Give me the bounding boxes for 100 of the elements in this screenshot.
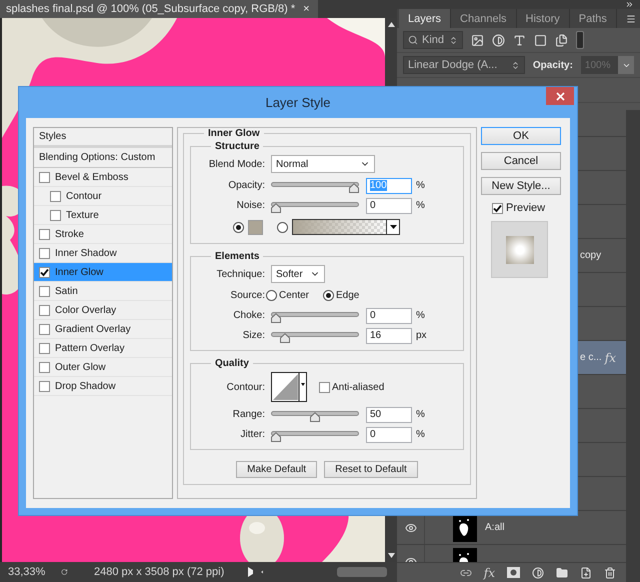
folder-icon[interactable]	[556, 566, 568, 578]
unit-label: %	[416, 200, 425, 211]
action-button[interactable]: Cancel	[481, 152, 561, 170]
style-list-item[interactable]: Texture	[34, 206, 172, 225]
blending-options-item[interactable]: Blending Options: Custom	[34, 148, 172, 168]
text-icon[interactable]	[513, 34, 526, 46]
style-list-item[interactable]: Inner Glow	[34, 263, 172, 282]
radio-button[interactable]	[277, 222, 288, 232]
panel-tab[interactable]: Layers	[399, 9, 452, 28]
checkbox[interactable]	[39, 286, 50, 296]
radio-label[interactable]: Center	[279, 290, 310, 301]
number-field[interactable]: 0	[366, 308, 412, 324]
action-button[interactable]: New Style...	[481, 177, 561, 195]
field-label: Opacity:	[227, 180, 265, 191]
scroll-left-icon[interactable]	[260, 569, 263, 575]
checkbox[interactable]	[39, 324, 50, 334]
image-icon[interactable]	[471, 34, 484, 46]
number-field[interactable]: 0	[366, 198, 412, 214]
gradient-picker[interactable]	[292, 219, 400, 235]
close-icon	[556, 92, 564, 100]
close-tab-button[interactable]: ×	[303, 3, 310, 15]
radio-label[interactable]: Edge	[336, 290, 360, 301]
style-list-item[interactable]: Contour	[34, 187, 172, 206]
collapse-icon[interactable]	[625, 0, 634, 9]
unit-label: %	[416, 409, 425, 420]
checkbox[interactable]	[39, 248, 50, 258]
style-list-item[interactable]: Satin	[34, 282, 172, 301]
checkbox[interactable]	[50, 210, 61, 220]
number-field[interactable]: 0	[366, 426, 412, 442]
checkbox[interactable]	[39, 362, 50, 372]
field-label: Size:	[242, 330, 265, 341]
preview-swatch	[506, 236, 534, 264]
play-icon[interactable]	[248, 567, 253, 577]
number-field[interactable]: 50	[366, 406, 412, 422]
style-list-item[interactable]: Color Overlay	[34, 301, 172, 320]
number-field[interactable]: 16	[366, 328, 412, 344]
pages-icon[interactable]	[555, 34, 568, 46]
field-label: Noise:	[236, 200, 265, 211]
menu-icon[interactable]	[626, 14, 636, 24]
effects-button[interactable]: fx	[484, 566, 495, 580]
color-swatch[interactable]	[248, 220, 263, 234]
adjustment-icon[interactable]	[532, 566, 544, 578]
mask-icon[interactable]	[507, 567, 520, 578]
dialog-button[interactable]: Reset to Default	[324, 461, 418, 478]
new-layer-icon[interactable]	[580, 566, 592, 578]
search-icon	[408, 35, 418, 45]
style-list-item[interactable]: Gradient Overlay	[34, 320, 172, 339]
blend-mode-dropdown[interactable]: Linear Dodge (A...	[403, 56, 525, 74]
style-list-item[interactable]: Pattern Overlay	[34, 339, 172, 358]
checkbox[interactable]	[39, 342, 50, 354]
scroll-down-icon[interactable]	[388, 553, 394, 558]
checkbox[interactable]	[50, 190, 61, 202]
checkbox[interactable]	[319, 382, 330, 392]
vertical-scrollbar[interactable]	[626, 110, 640, 582]
section-title: Inner Glow	[207, 128, 261, 139]
checkbox[interactable]	[39, 304, 50, 316]
checkbox-label[interactable]: Anti-aliased	[332, 382, 384, 392]
checkbox-label[interactable]: Preview	[506, 202, 546, 214]
toggle-icon[interactable]	[576, 31, 584, 49]
scroll-up-icon[interactable]	[388, 22, 394, 27]
checkbox[interactable]	[39, 380, 50, 392]
unit-label: %	[416, 180, 425, 191]
caret-icon	[390, 225, 396, 229]
field-label: Technique:	[216, 268, 265, 280]
action-button[interactable]: OK	[481, 127, 561, 145]
checkbox[interactable]	[39, 266, 50, 278]
scrollbar-thumb[interactable]	[336, 567, 387, 577]
trash-icon[interactable]	[604, 566, 616, 578]
style-list-item[interactable]: Bevel & Emboss	[34, 168, 172, 187]
checkbox[interactable]	[39, 172, 50, 182]
document-tab[interactable]: splashes final.psd @ 100% (05_Subsurface copy, RGB/8) * ×	[0, 0, 318, 18]
style-list-item[interactable]: Outer Glow	[34, 358, 172, 377]
radio-button[interactable]	[233, 222, 244, 232]
unit-label: %	[416, 429, 425, 440]
eye-icon[interactable]	[404, 522, 416, 534]
style-list-item[interactable]: Drop Shadow	[34, 377, 172, 396]
unit-label: %	[416, 310, 425, 321]
layer-name: copy	[580, 250, 602, 261]
field-label: Source:	[230, 290, 265, 301]
close-button[interactable]	[546, 87, 574, 105]
dialog-title: Layer Style	[265, 95, 331, 110]
radio-button[interactable]	[323, 290, 334, 301]
blend-mode-dropdown[interactable]: Normal	[271, 155, 375, 173]
contour-picker[interactable]	[271, 372, 307, 402]
styles-header[interactable]: Styles	[34, 128, 172, 148]
filter-dropdown[interactable]: Kind	[403, 31, 463, 49]
updown-icon	[449, 36, 458, 44]
refresh-icon[interactable]	[61, 566, 68, 578]
panel-tab[interactable]: History	[516, 9, 570, 28]
technique-dropdown[interactable]: Softer	[271, 265, 325, 283]
dialog-button[interactable]: Make Default	[236, 461, 318, 478]
group-title: Structure	[214, 141, 260, 152]
square-icon[interactable]	[534, 34, 547, 46]
checkbox[interactable]	[39, 228, 50, 240]
checkbox[interactable]	[492, 202, 503, 214]
style-list-item[interactable]: Stroke	[34, 225, 172, 244]
zoom-level[interactable]: 33,33%	[8, 566, 46, 578]
radio-button[interactable]	[266, 290, 277, 301]
field-label: Contour:	[226, 382, 265, 392]
contrast-icon[interactable]	[492, 34, 505, 46]
